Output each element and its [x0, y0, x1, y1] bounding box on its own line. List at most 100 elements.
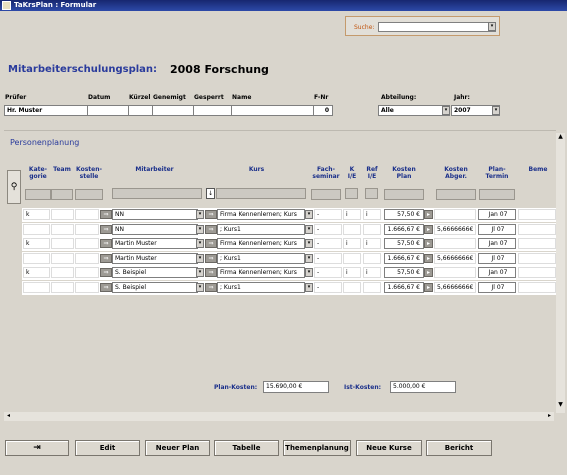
goto-mitarbeiter-icon[interactable]: ⇒: [100, 210, 112, 219]
goto-kurs-icon[interactable]: ⇒: [205, 239, 217, 248]
goto-kurs-icon[interactable]: ⇒: [205, 282, 217, 292]
cell-kostenabger[interactable]: 5,6666666€: [434, 281, 476, 293]
goto-mitarbeiter-icon[interactable]: ⇒: [100, 224, 112, 234]
filter-field-datum[interactable]: [87, 105, 129, 116]
column-filter-kategorie[interactable]: [25, 189, 51, 200]
scroll-left-icon[interactable]: ◂: [4, 412, 13, 421]
cell-kurs[interactable]: Firma Kennenlernen; Kurs: [217, 209, 305, 220]
cell-rie[interactable]: i: [363, 209, 381, 220]
cell-kurs[interactable]: Firma Kennenlernen; Kurs: [217, 238, 305, 249]
abteilung-field[interactable]: Alle: [378, 105, 450, 116]
cell-team[interactable]: [51, 223, 74, 235]
bericht-button[interactable]: Bericht: [426, 440, 492, 456]
cell-kategorie[interactable]: k: [23, 267, 50, 278]
cell-fachseminar[interactable]: -: [314, 281, 342, 293]
cell-fachseminar[interactable]: -: [314, 252, 342, 264]
cell-fachseminar[interactable]: -: [314, 238, 342, 249]
cell-bemerkung[interactable]: [518, 252, 556, 264]
cell-rie[interactable]: i: [363, 267, 381, 278]
cell-kie[interactable]: i: [343, 267, 361, 278]
kosten-detail-icon[interactable]: ▸: [424, 210, 433, 219]
cell-kurs[interactable]: ; Kurs1: [217, 281, 305, 293]
cell-kostenstelle[interactable]: [75, 281, 99, 293]
cell-rie[interactable]: [363, 281, 381, 293]
column-filter-mitarbeiter[interactable]: [112, 188, 202, 199]
cell-kurs[interactable]: Firma Kennenlernen; Kurs: [217, 267, 305, 278]
scroll-right-icon[interactable]: ▸: [545, 412, 554, 421]
goto-kurs-icon[interactable]: ⇒: [205, 268, 217, 277]
cell-rie[interactable]: [363, 223, 381, 235]
goto-kurs-icon[interactable]: ⇒: [205, 210, 217, 219]
cell-mitarbeiter[interactable]: S. Beispiel: [112, 281, 198, 293]
cell-kostenplan[interactable]: 1.666,67 €: [384, 252, 424, 264]
kosten-detail-icon[interactable]: ▸: [424, 282, 433, 292]
cell-team[interactable]: [51, 238, 74, 249]
column-filter-kie[interactable]: [345, 188, 358, 199]
mitarbeiter-dropdown-icon[interactable]: ▾: [196, 210, 204, 219]
cell-plantermin[interactable]: Jl 07: [478, 223, 516, 235]
cell-team[interactable]: [51, 281, 74, 293]
cell-team[interactable]: [51, 252, 74, 264]
filter-field-genemigt[interactable]: [152, 105, 194, 116]
neue-kurse-button[interactable]: Neue Kurse: [356, 440, 422, 456]
column-filter-kostenabger[interactable]: [436, 189, 476, 200]
cell-kostenplan[interactable]: 1.666,67 €: [384, 281, 424, 293]
filter-icon[interactable]: ⚲: [7, 170, 21, 204]
goto-mitarbeiter-icon[interactable]: ⇒: [100, 282, 112, 292]
jahr-dropdown-icon[interactable]: ▾: [492, 106, 500, 115]
cell-bemerkung[interactable]: [518, 267, 556, 278]
kurs-dropdown-icon[interactable]: ▾: [305, 268, 313, 277]
cell-fachseminar[interactable]: -: [314, 209, 342, 220]
cell-plantermin[interactable]: Jan 07: [478, 267, 516, 278]
cell-bemerkung[interactable]: [518, 223, 556, 235]
cell-mitarbeiter[interactable]: Martin Muster: [112, 238, 198, 249]
kurs-dropdown-icon[interactable]: ▾: [305, 239, 313, 248]
mitarbeiter-dropdown-icon[interactable]: ▾: [196, 253, 204, 263]
cell-kostenplan[interactable]: 57,50 €: [384, 238, 424, 249]
cell-kie[interactable]: i: [343, 238, 361, 249]
scroll-down-icon[interactable]: ▼: [556, 401, 565, 410]
mitarbeiter-dropdown-icon[interactable]: ▾: [196, 268, 204, 277]
column-filter-rie[interactable]: [365, 188, 378, 199]
cell-plantermin[interactable]: Jl 07: [478, 281, 516, 293]
kurs-dropdown-icon[interactable]: ▾: [305, 253, 313, 263]
cell-plantermin[interactable]: Jl 07: [478, 252, 516, 264]
cell-kategorie[interactable]: k: [23, 238, 50, 249]
mitarbeiter-dropdown-icon[interactable]: ▾: [196, 282, 204, 292]
kurs-dropdown-icon[interactable]: ▾: [305, 210, 313, 219]
cell-bemerkung[interactable]: [518, 281, 556, 293]
filter-field-gesperrt[interactable]: [193, 105, 232, 116]
cell-kostenabger[interactable]: [434, 267, 476, 278]
search-combo[interactable]: [378, 22, 496, 32]
column-filter-plantermin[interactable]: [479, 189, 515, 200]
cell-kostenstelle[interactable]: [75, 238, 99, 249]
cell-fachseminar[interactable]: -: [314, 223, 342, 235]
scroll-up-icon[interactable]: ▲: [556, 133, 565, 142]
cell-kategorie[interactable]: [23, 223, 50, 235]
cell-kostenstelle[interactable]: [75, 252, 99, 264]
cell-kie[interactable]: [343, 252, 361, 264]
filter-field-fnr[interactable]: 0: [313, 105, 333, 116]
cell-kie[interactable]: i: [343, 209, 361, 220]
cell-bemerkung[interactable]: [518, 238, 556, 249]
horizontal-scrollbar[interactable]: [4, 412, 554, 421]
mitarbeiter-dropdown-icon[interactable]: ▾: [196, 224, 204, 234]
column-filter-fachseminar[interactable]: [311, 189, 341, 200]
cell-rie[interactable]: [363, 252, 381, 264]
cell-kostenabger[interactable]: [434, 209, 476, 220]
cell-mitarbeiter[interactable]: NN: [112, 223, 198, 235]
cell-kostenabger[interactable]: [434, 238, 476, 249]
goto-kurs-icon[interactable]: ⇒: [205, 224, 217, 234]
exit-button[interactable]: ⇥: [5, 440, 69, 456]
cell-kurs[interactable]: ; Kurs1: [217, 223, 305, 235]
cell-kategorie[interactable]: k: [23, 209, 50, 220]
column-filter-kostenplan[interactable]: [384, 189, 424, 200]
edit-button[interactable]: Edit: [75, 440, 140, 456]
kurs-add-icon[interactable]: ↓: [206, 188, 215, 199]
filter-field-name[interactable]: [231, 105, 314, 116]
cell-mitarbeiter[interactable]: Martin Muster: [112, 252, 198, 264]
kosten-detail-icon[interactable]: ▸: [424, 224, 433, 234]
cell-kurs[interactable]: ; Kurs1: [217, 252, 305, 264]
mitarbeiter-dropdown-icon[interactable]: ▾: [196, 239, 204, 248]
cell-kostenplan[interactable]: 57,50 €: [384, 267, 424, 278]
